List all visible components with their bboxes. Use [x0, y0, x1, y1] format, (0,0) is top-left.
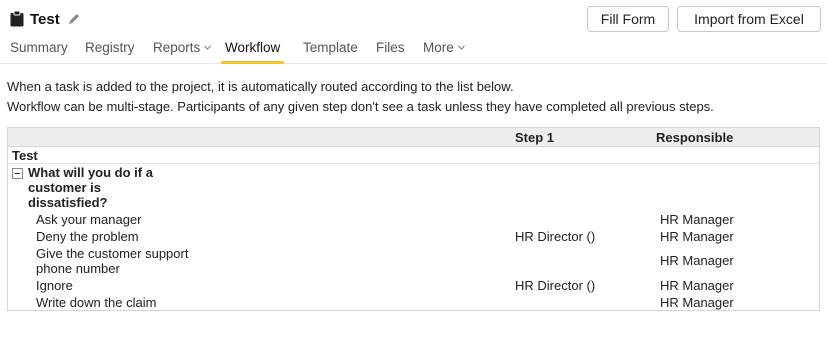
tab-bar: Summary Registry Reports Workflow Templa… — [0, 39, 827, 64]
tab-label: Workflow — [225, 40, 281, 55]
option-step: HR Director () — [515, 278, 596, 293]
column-header-step: Step 1 — [515, 130, 555, 145]
table-header: Step 1 Responsible — [8, 128, 819, 147]
tab-template[interactable]: Template — [303, 39, 358, 63]
option-label: Ask your manager — [36, 212, 142, 227]
group-row: Test — [8, 147, 819, 164]
fill-form-button[interactable]: Fill Form — [587, 6, 669, 32]
option-responsible: HR Manager — [660, 253, 734, 268]
tab-label: More — [423, 40, 454, 55]
project-header: Test Fill Form Import from Excel Summary… — [0, 0, 827, 64]
option-label: Write down the claim — [36, 295, 157, 310]
tab-label: Summary — [10, 40, 68, 55]
option-responsible: HR Manager — [660, 212, 734, 227]
option-label: Deny the problem — [36, 229, 139, 244]
workflow-description-line-1: When a task is added to the project, it … — [7, 79, 514, 94]
pencil-icon[interactable] — [67, 12, 81, 26]
title-row: Test — [10, 9, 81, 29]
chevron-down-icon — [457, 45, 465, 50]
import-from-excel-button[interactable]: Import from Excel — [677, 6, 821, 32]
chevron-down-icon — [204, 45, 212, 50]
option-responsible: HR Manager — [660, 229, 734, 244]
tab-registry[interactable]: Registry — [85, 39, 135, 63]
group-label: Test — [12, 148, 38, 163]
clipboard-icon — [10, 11, 24, 27]
tab-summary[interactable]: Summary — [10, 39, 68, 63]
option-step: HR Director () — [515, 229, 596, 244]
column-header-responsible: Responsible — [656, 130, 734, 145]
question-label: What will you do if a customer is dissat… — [28, 165, 153, 210]
tab-workflow[interactable]: Workflow — [221, 39, 285, 64]
tab-more[interactable]: More — [423, 39, 465, 63]
workflow-description-line-2: Workflow can be multi-stage. Participant… — [7, 99, 714, 114]
tab-label: Reports — [153, 40, 201, 55]
collapse-toggle-icon[interactable] — [12, 168, 23, 179]
tab-label: Files — [376, 40, 405, 55]
project-title: Test — [30, 10, 60, 28]
tab-files[interactable]: Files — [376, 39, 405, 63]
option-label: Give the customer support phone number — [36, 246, 189, 276]
option-label: Ignore — [36, 278, 73, 293]
tab-label: Registry — [85, 40, 135, 55]
workflow-table: Step 1 Responsible Test What will you do… — [7, 127, 820, 311]
option-responsible: HR Manager — [660, 278, 734, 293]
option-responsible: HR Manager — [660, 295, 734, 310]
tab-label: Template — [303, 40, 358, 55]
tab-reports[interactable]: Reports — [153, 39, 212, 63]
